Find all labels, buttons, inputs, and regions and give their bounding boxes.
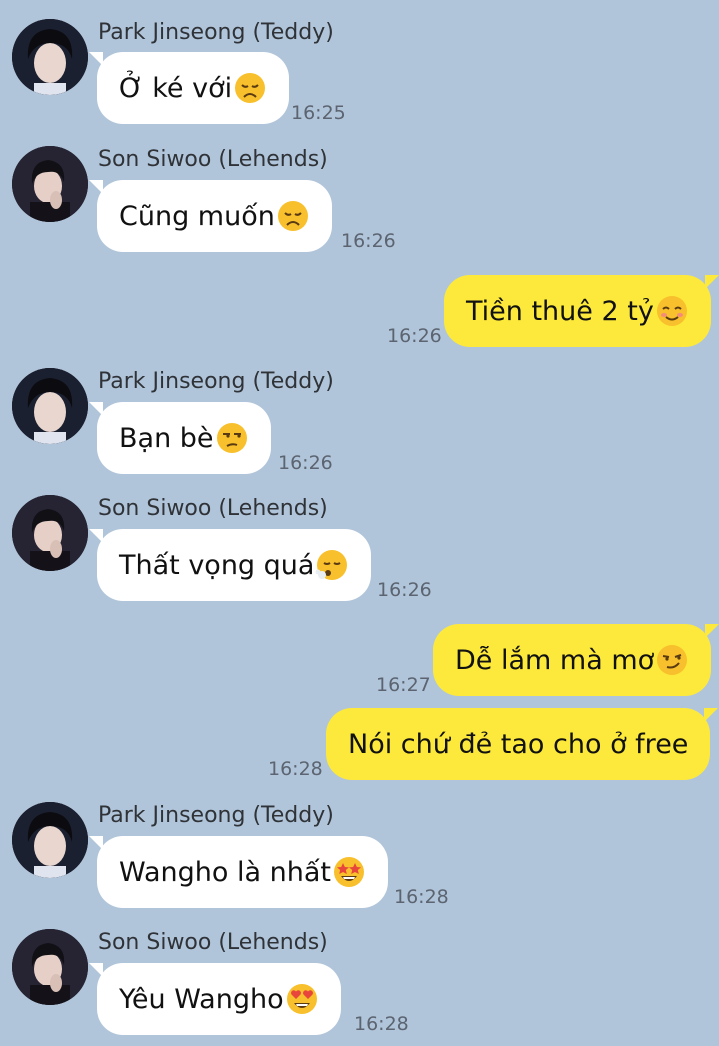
message-text: Yêu Wangho [119, 983, 284, 1015]
sender-name: Son Siwoo (Lehends) [98, 930, 328, 955]
message-timestamp: 16:26 [278, 452, 333, 474]
smiling-blushing-face-icon [655, 294, 689, 328]
heart-eyes-face-icon [285, 982, 319, 1016]
sender-name: Son Siwoo (Lehends) [98, 147, 328, 172]
sender-name: Park Jinseong (Teddy) [98, 20, 334, 45]
message-bubble[interactable]: Cũng muốn [89, 180, 332, 252]
message-bubble[interactable]: Ở ké với [88, 52, 290, 124]
message-bubble[interactable]: Yêu Wangho [89, 963, 341, 1035]
avatar-lehends[interactable] [12, 929, 88, 1005]
message-timestamp: 16:26 [387, 325, 442, 347]
message-bubble[interactable]: Wangho là nhất [89, 836, 388, 908]
disappointed-face-icon [233, 71, 267, 105]
message-bubble[interactable]: Dễ lắm mà mơ [433, 624, 719, 696]
avatar-teddy[interactable] [12, 19, 88, 95]
message-text: Nói chứ đẻ tao cho ở free [348, 728, 689, 760]
message-timestamp: 16:26 [341, 230, 396, 252]
sender-name: Park Jinseong (Teddy) [98, 803, 334, 828]
star-struck-face-icon [332, 855, 366, 889]
message-text: Thất vọng quá [119, 549, 315, 581]
avatar-teddy[interactable] [12, 802, 88, 878]
message-text: Dễ lắm mà mơ [455, 644, 655, 676]
message-timestamp: 16:28 [354, 1013, 409, 1035]
message-bubble[interactable]: Thất vọng quá [88, 529, 372, 601]
disappointed-face-icon [276, 199, 310, 233]
smirking-face-icon [655, 643, 689, 677]
sender-name: Park Jinseong (Teddy) [98, 369, 334, 394]
message-bubble[interactable]: Tiền thuê 2 tỷ [444, 275, 719, 347]
message-text: Cũng muốn [119, 200, 275, 232]
message-text: Wangho là nhất [119, 856, 331, 888]
message-text: Tiền thuê 2 tỷ [466, 295, 654, 327]
message-timestamp: 16:28 [394, 886, 449, 908]
message-text: Bạn bè [119, 422, 214, 454]
message-timestamp: 16:25 [291, 102, 346, 124]
sender-name: Son Siwoo (Lehends) [98, 496, 328, 521]
unamused-face-icon [215, 421, 249, 455]
message-timestamp: 16:27 [376, 674, 431, 696]
message-bubble[interactable]: Nói chứ đẻ tao cho ở free [326, 708, 719, 780]
avatar-teddy[interactable] [12, 368, 88, 444]
message-text: Ở ké với [119, 72, 233, 104]
message-bubble[interactable]: Bạn bè [89, 402, 271, 474]
face-exhaling-icon [315, 548, 349, 582]
message-timestamp: 16:28 [268, 758, 323, 780]
avatar-lehends[interactable] [12, 495, 88, 571]
message-timestamp: 16:26 [377, 579, 432, 601]
avatar-lehends[interactable] [12, 146, 88, 222]
